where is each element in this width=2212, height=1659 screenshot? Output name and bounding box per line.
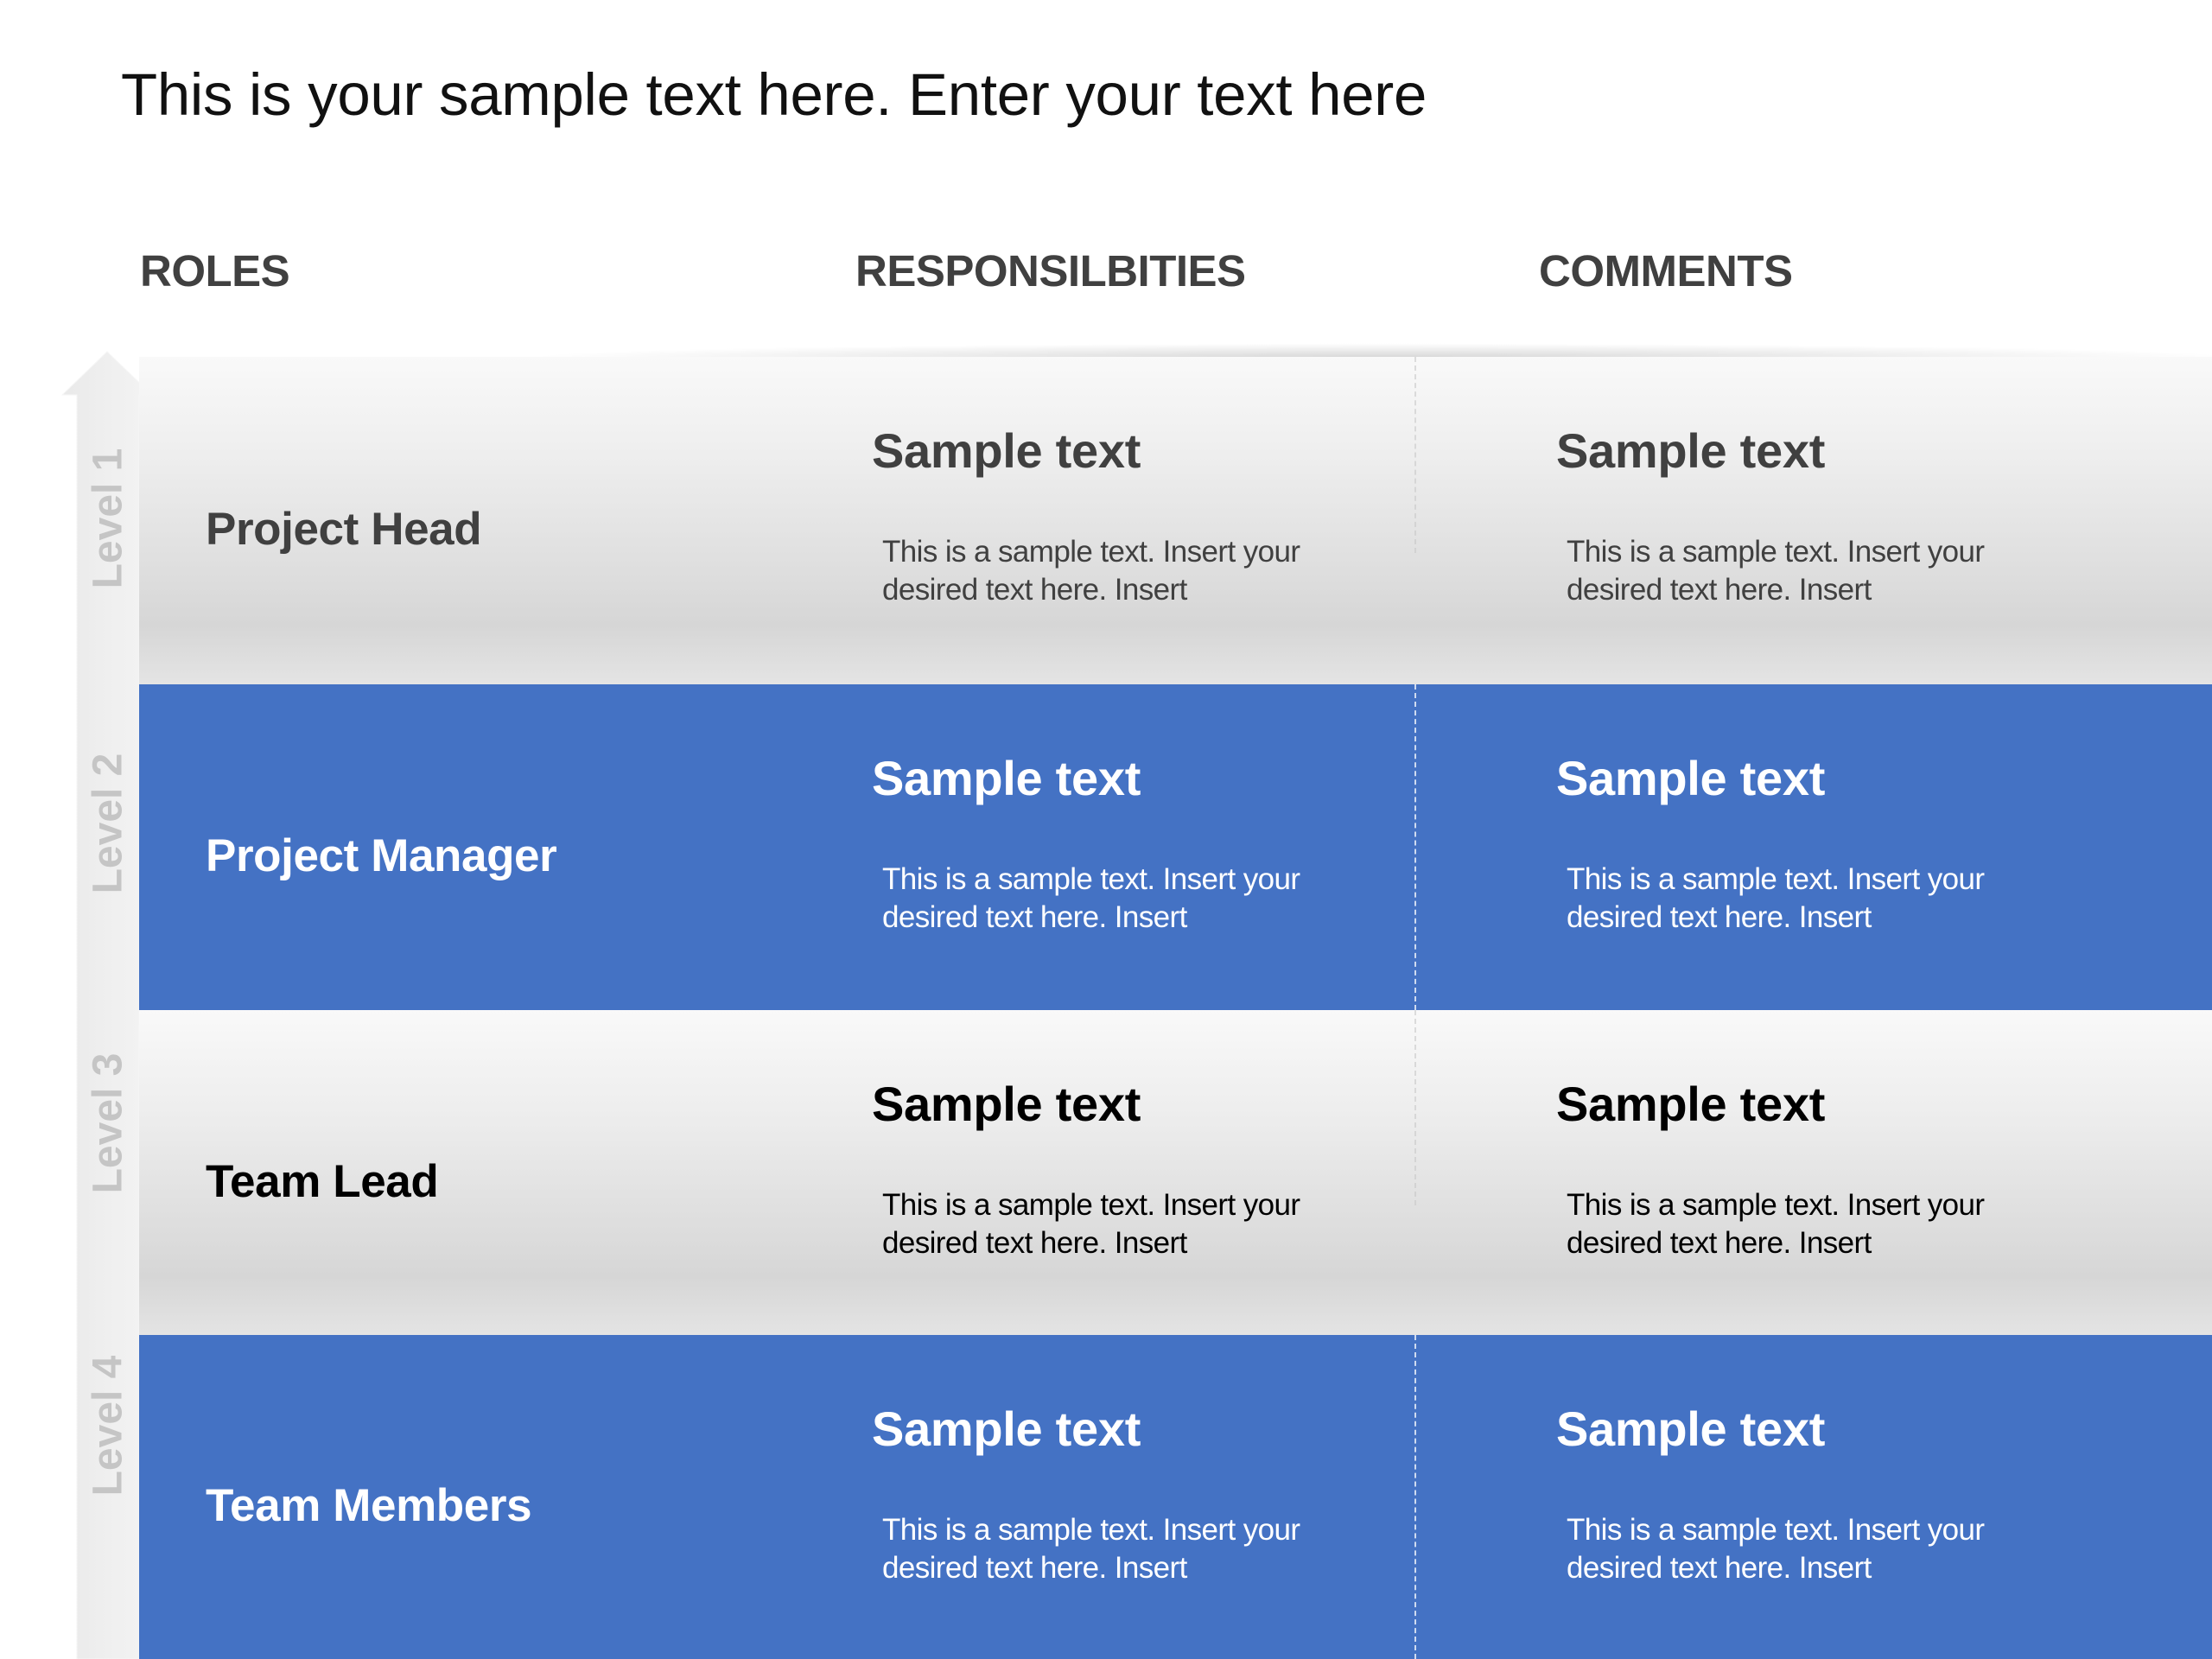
header-responsibilities: RESPONSILBITIES [855, 246, 1246, 296]
table-row: Project Manager Sample text This is a sa… [139, 684, 2212, 1010]
cell-body: This is a sample text. Insert your desir… [882, 1188, 1300, 1260]
table-top-shadow [139, 339, 2212, 358]
cell-body: This is a sample text. Insert your desir… [1567, 535, 1985, 607]
cell-body: This is a sample text. Insert your desir… [882, 535, 1300, 607]
cell-title: Sample text [1556, 423, 1826, 478]
cell-title: Sample text [1556, 1402, 1826, 1456]
cell-title: Sample text [872, 751, 1141, 805]
role-label: Project Head [206, 504, 482, 555]
cell-title: Sample text [1556, 1077, 1826, 1131]
roles-table: Project Head Sample text This is a sampl… [139, 357, 2212, 1659]
column-divider [1414, 684, 1416, 1010]
cell-body: This is a sample text. Insert your desir… [1567, 862, 1985, 934]
slide-title: This is your sample text here. Enter you… [121, 61, 1427, 128]
header-comments: COMMENTS [1539, 246, 1793, 296]
column-divider [1414, 1335, 1416, 1659]
role-label: Team Lead [206, 1155, 439, 1207]
table-row: Project Head Sample text This is a sampl… [139, 357, 2212, 684]
column-divider [1414, 1010, 1416, 1205]
cell-title: Sample text [1556, 751, 1826, 805]
cell-title: Sample text [872, 1402, 1141, 1456]
table-row: Team Members Sample text This is a sampl… [139, 1335, 2212, 1659]
cell-body: This is a sample text. Insert your desir… [882, 862, 1300, 934]
cell-body: This is a sample text. Insert your desir… [882, 1513, 1300, 1585]
column-divider [1414, 357, 1416, 554]
table-row: Team Lead Sample text This is a sample t… [139, 1010, 2212, 1335]
cell-title: Sample text [872, 423, 1141, 478]
role-label: Project Manager [206, 830, 557, 881]
cell-body: This is a sample text. Insert your desir… [1567, 1513, 1985, 1585]
cell-body: This is a sample text. Insert your desir… [1567, 1188, 1985, 1260]
cell-title: Sample text [872, 1077, 1141, 1131]
role-label: Team Members [206, 1480, 532, 1531]
